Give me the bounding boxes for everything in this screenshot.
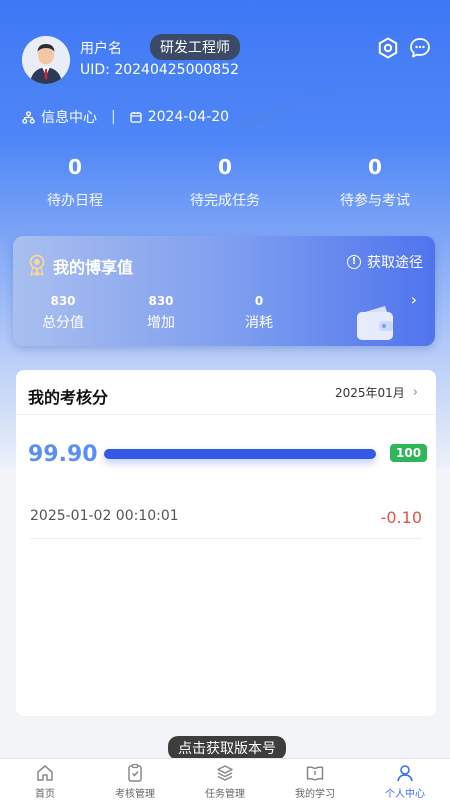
version-toast[interactable]: 点击获取版本号 (168, 736, 286, 760)
tab-home[interactable]: 首页 (0, 759, 90, 800)
stat-label: 待办日程 (47, 193, 103, 209)
tab-tasks[interactable]: 任务管理 (180, 759, 270, 800)
bo-total-value: 830 (50, 294, 76, 308)
tab-label: 任务管理 (205, 789, 245, 800)
info-icon: ! (347, 255, 361, 269)
org-tree-icon (22, 110, 35, 124)
record-delta: -0.10 (380, 508, 422, 527)
hexagon-settings-icon[interactable] (376, 36, 400, 60)
stat-value: 0 (68, 155, 82, 179)
info-center-link[interactable]: 信息中心 (41, 107, 97, 127)
score-progress-fill (104, 449, 376, 459)
stat-value: 0 (218, 155, 232, 179)
layers-icon (217, 765, 233, 781)
info-date: 2024-04-20 (147, 109, 230, 125)
bo-consume-label: 消耗 (245, 315, 273, 331)
calendar-icon (130, 112, 142, 123)
clipboard-check-icon (128, 763, 142, 782)
tab-assessment[interactable]: 考核管理 (90, 759, 180, 800)
stat-label: 待完成任务 (190, 193, 260, 209)
chevron-right-icon: › (412, 385, 418, 400)
score-card-title: 我的考核分 (28, 388, 109, 407)
get-method-label: 获取途径 (367, 255, 423, 271)
tab-profile[interactable]: 个人中心 (360, 759, 450, 800)
medal-icon (27, 254, 47, 277)
separator: | (111, 109, 116, 125)
divider (16, 414, 436, 415)
get-method-link[interactable]: ! 获取途径 (347, 252, 423, 272)
avatar[interactable] (22, 36, 70, 84)
stat-pending-tasks[interactable]: 0 待完成任务 (150, 152, 300, 218)
info-row: 信息中心 | 2024-04-20 (22, 106, 229, 128)
current-score: 99.90 (28, 442, 98, 467)
tab-label: 个人中心 (385, 789, 425, 800)
stat-pending-schedule[interactable]: 0 待办日程 (0, 152, 150, 218)
home-icon (37, 765, 53, 781)
bottom-tab-bar: 首页 考核管理 任务管理 我的学习 个人中心 (0, 758, 450, 800)
bo-consume-value: 0 (254, 294, 264, 308)
bo-increase-label: 增加 (147, 315, 175, 331)
bo-total: 830 总分值 (28, 294, 98, 332)
assessment-score-card: 我的考核分 2025年01月 › 99.90 100 2025-01-02 00… (16, 370, 436, 716)
record-time: 2025-01-02 00:10:01 (30, 508, 179, 524)
username-label: 用户名 (80, 41, 122, 57)
bo-value-card[interactable]: 我的博享值 ! 获取途径 830 总分值 830 增加 0 消耗 › (13, 236, 435, 346)
month-picker[interactable]: 2025年01月 › (335, 384, 418, 401)
user-id: UID: 20240425000852 (80, 62, 240, 78)
tab-learning[interactable]: 我的学习 (270, 759, 360, 800)
person-icon (397, 765, 413, 782)
tab-label: 首页 (35, 789, 55, 800)
bo-increase: 830 增加 (126, 294, 196, 332)
bo-increase-value: 830 (148, 294, 174, 308)
task-stats: 0 待办日程 0 待完成任务 0 待参与考试 (0, 152, 450, 218)
stat-label: 待参与考试 (340, 193, 410, 209)
divider (30, 538, 422, 539)
wallet-icon (355, 302, 395, 342)
bo-consume: 0 消耗 (224, 294, 294, 332)
chat-bubble-icon[interactable] (408, 36, 432, 60)
score-progress-bar (104, 449, 376, 459)
max-score-badge: 100 (390, 444, 428, 462)
chevron-right-icon[interactable]: › (411, 290, 417, 309)
tab-label: 我的学习 (295, 789, 335, 800)
profile-section: 用户名 研发工程师 UID: 20240425000852 (22, 34, 432, 86)
role-badge: 研发工程师 (150, 34, 240, 60)
month-value: 2025年01月 (334, 386, 405, 400)
stat-value: 0 (368, 155, 382, 179)
book-icon (306, 766, 324, 781)
bo-title: 我的博享值 (53, 258, 134, 277)
tab-label: 考核管理 (115, 789, 155, 800)
stat-pending-exams[interactable]: 0 待参与考试 (300, 152, 450, 218)
bo-total-label: 总分值 (42, 315, 84, 331)
